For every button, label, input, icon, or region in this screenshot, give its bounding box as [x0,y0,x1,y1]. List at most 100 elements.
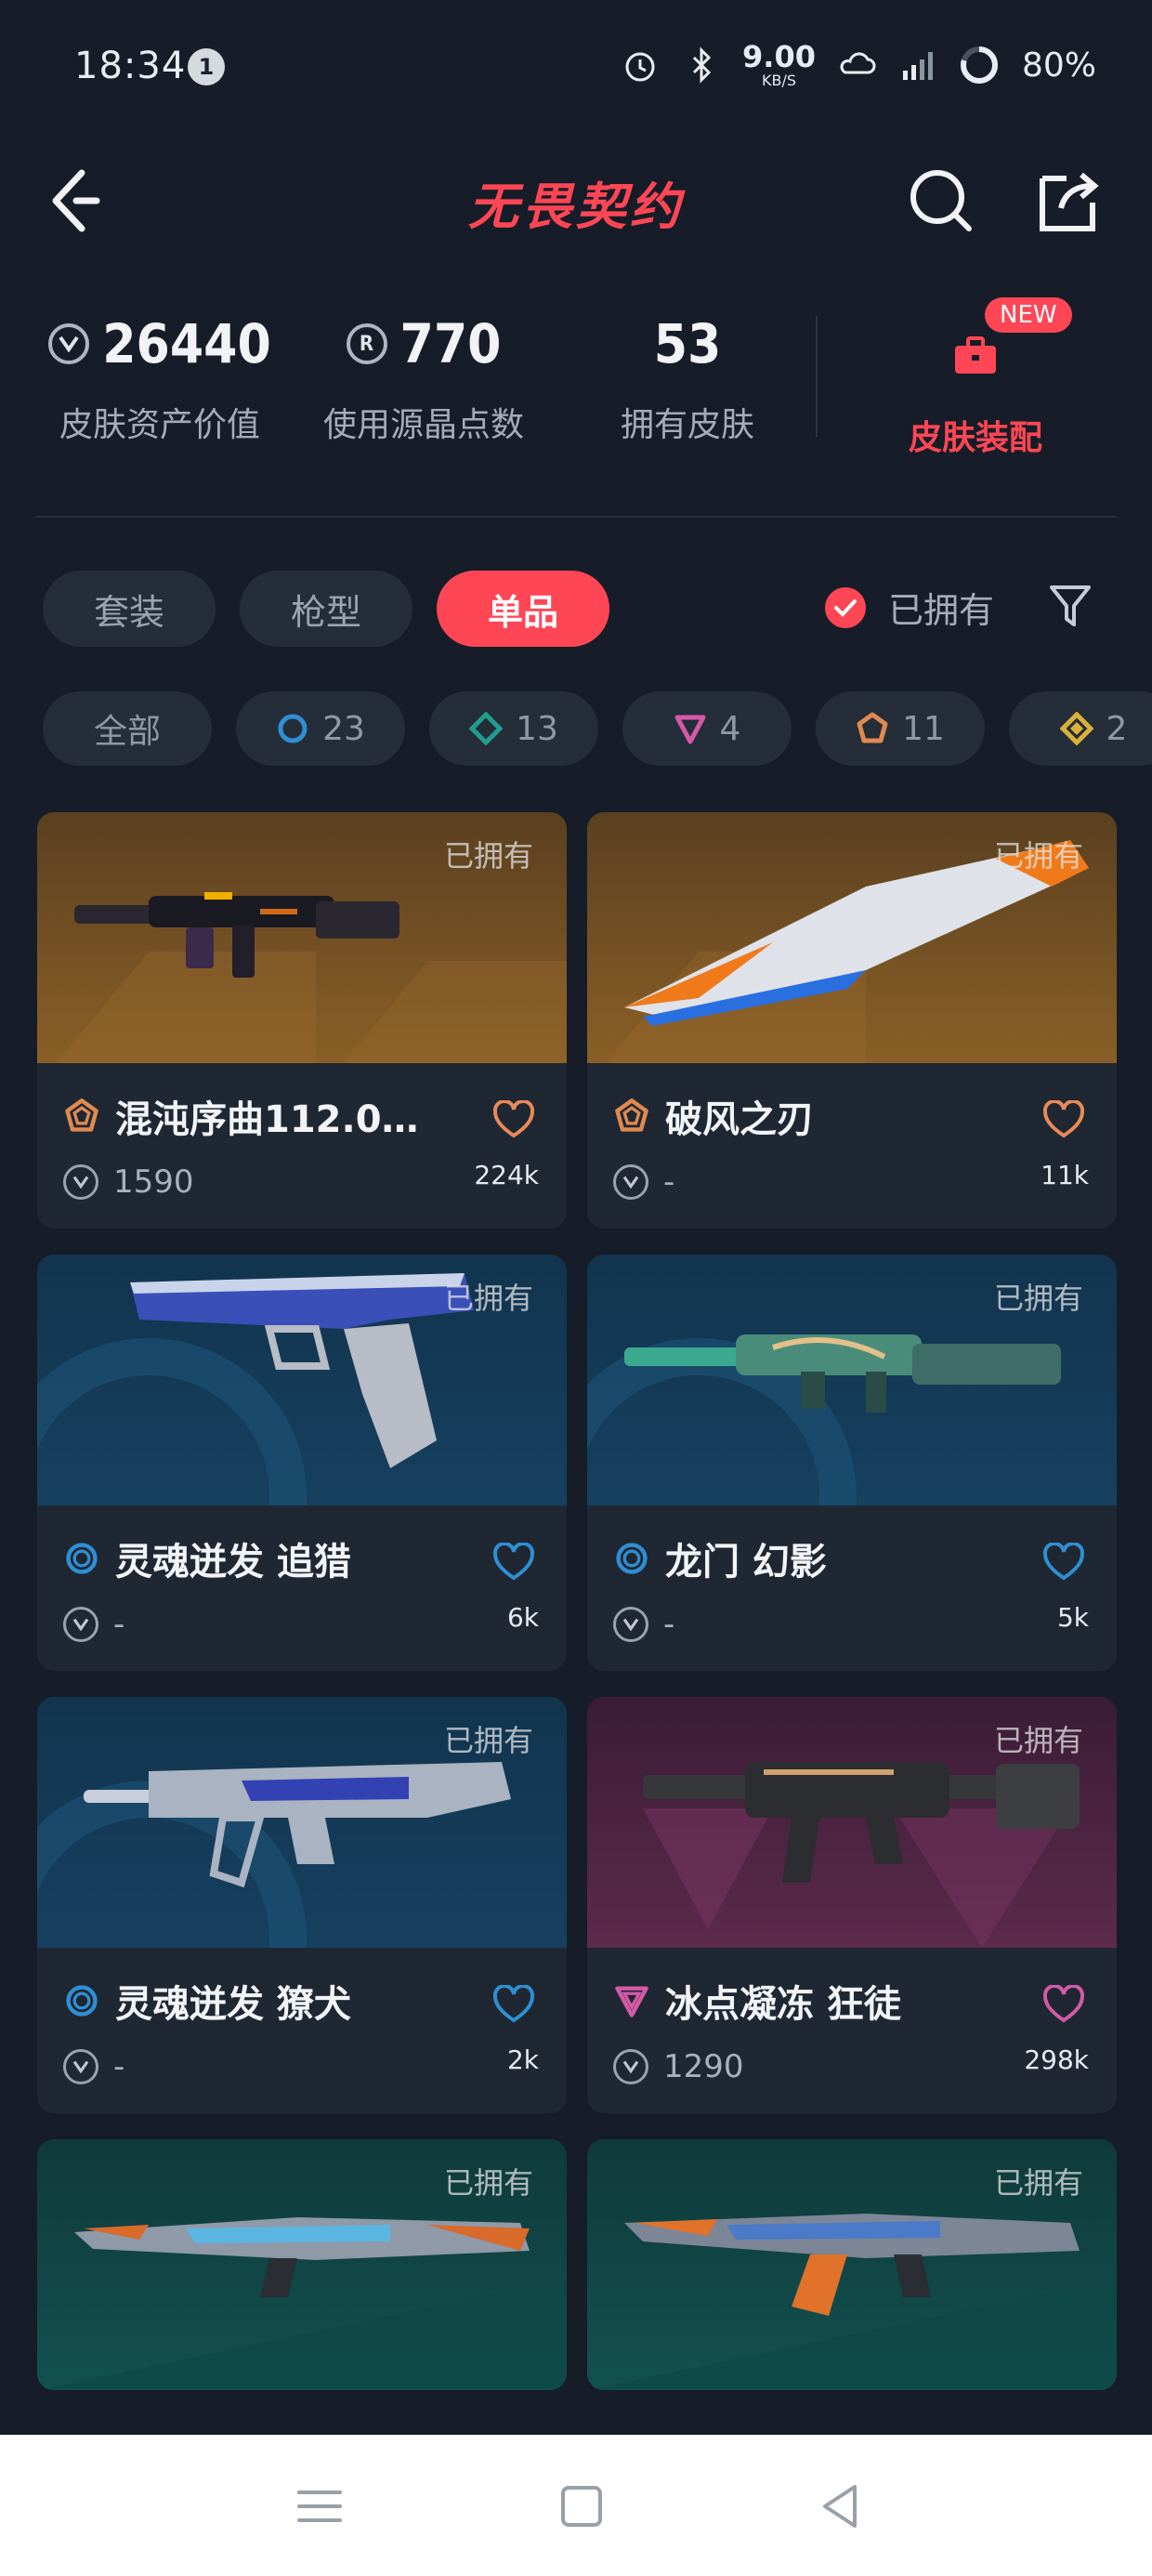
skin-price: - [663,1606,675,1643]
owned-label: 已拥有 [993,838,1083,874]
chip-label: 全部 [93,713,161,751]
heart-icon[interactable] [492,1985,535,2024]
stat-label: 拥有皮肤 [620,406,754,444]
skin-card[interactable]: 已拥有 灵魂迸发 追猎 - 6k [37,1255,567,1671]
skin-card[interactable]: 已拥有 [37,2139,567,2390]
new-badge: NEW [985,297,1072,333]
skin-card[interactable]: 已拥有 灵魂迸发 獠犬 - 2k [37,1697,567,2113]
vp-coin-icon [613,2049,648,2084]
signal-icon [902,52,933,80]
back-nav-icon[interactable] [814,2481,870,2531]
rarity-chips: 全部 23 13 4 11 2 [43,691,1152,766]
skin-card[interactable]: 已拥有 冰点凝冻 狂徒 1290 298k [587,1697,1117,2113]
tab-single-items[interactable]: 单品 [437,571,609,647]
vp-coin-icon [613,1607,648,1642]
search-icon[interactable] [906,165,976,236]
owned-filter-toggle[interactable]: 已拥有 [825,582,994,633]
skin-card[interactable]: 已拥有 龙门 幻影 - 5k [587,1255,1117,1671]
owned-label: 已拥有 [993,2165,1083,2201]
select-tier-icon [278,714,308,743]
filter-icon[interactable] [1048,582,1093,630]
notification-badge: 1 [188,48,225,85]
owned-label: 已拥有 [443,838,533,874]
skin-card[interactable]: 已拥有 破风之刃 - 11k [587,812,1117,1229]
stat-radianite: R 770 使用源晶点数 [312,307,535,446]
home-icon[interactable] [554,2481,609,2531]
chip-all[interactable]: 全部 [43,691,212,766]
vp-coin-icon [63,2049,98,2084]
skin-info: 灵魂迸发 追猎 - 6k [37,1505,567,1671]
skin-info: 冰点凝冻 狂徒 1290 298k [587,1948,1117,2113]
premium-tier-icon [674,715,706,744]
owned-filter-label: 已拥有 [888,590,995,631]
ultra-tier-icon [857,712,888,743]
share-icon[interactable] [1031,164,1106,238]
app-logo-title: 无畏契约 [468,177,684,236]
bluetooth-icon [692,46,712,84]
stat-value: 26440 [102,312,271,375]
stat-value: 53 [653,312,722,375]
chip-select-tier[interactable]: 23 [236,691,405,766]
exclusive-tier-icon [1059,712,1093,745]
skin-name: 灵魂迸发 追猎 [115,1541,351,1584]
like-count: 298k [1024,2044,1089,2075]
owned-label: 已拥有 [443,1723,533,1758]
chip-premium-tier[interactable]: 4 [622,691,792,766]
vp-coin-icon [613,1164,648,1200]
stat-owned-skins: 53 拥有皮肤 [585,307,790,446]
network-speed: 9.00 KB/S [742,42,816,88]
system-nav-bar [0,2435,1152,2576]
skin-loadout-label: 皮肤装配 [908,419,1042,457]
deluxe-tier-icon [469,712,504,745]
owned-label: 已拥有 [443,1281,533,1316]
vp-coin-icon [48,323,90,364]
divider [35,516,1117,518]
skin-info: 灵魂迸发 獠犬 - 2k [37,1948,567,2113]
checkbox-checked-icon[interactable] [825,586,866,628]
chip-ultra-tier[interactable]: 11 [816,691,985,766]
heart-icon[interactable] [492,1100,535,1139]
owned-label: 已拥有 [443,2165,533,2201]
heart-icon[interactable] [1042,1543,1085,1582]
skin-price: - [663,1163,675,1201]
alarm-icon [625,52,655,82]
back-button[interactable] [45,164,110,238]
stats-divider [816,316,818,437]
chip-count: 13 [516,709,558,748]
chip-exclusive-tier[interactable]: 2 [1009,691,1152,766]
heart-icon[interactable] [1042,1100,1085,1139]
skin-name: 破风之刃 [665,1098,814,1141]
tab-weapon-type[interactable]: 枪型 [240,571,412,647]
vp-coin-icon [63,1607,98,1642]
like-count: 224k [474,1160,539,1190]
owned-label: 已拥有 [993,1281,1083,1316]
stat-value: 770 [399,312,502,375]
owned-label: 已拥有 [993,1723,1083,1758]
like-count: 2k [506,2044,539,2075]
premium-tier-icon [615,1986,648,2017]
battery-percent: 80% [1021,46,1096,85]
heart-icon[interactable] [492,1543,535,1582]
stats-panel: 26440 皮肤资产价值 R 770 使用源晶点数 53 拥有皮肤 皮肤装配 [0,297,1152,465]
menu-icon[interactable] [292,2481,347,2531]
skin-info: 破风之刃 - 11k [587,1063,1117,1229]
skin-card[interactable]: 已拥有 [587,2139,1117,2390]
tab-bundles[interactable]: 套装 [43,571,216,647]
chip-count: 23 [322,709,365,748]
select-tier-icon [616,1543,648,1574]
status-bar: 18:34 1 9.00 KB/S 80% [0,0,1152,130]
skin-name: 灵魂迸发 獠犬 [115,1983,351,2026]
skin-card[interactable]: 已拥有 混沌序曲112.0… 1590 224k [37,812,567,1229]
heart-icon[interactable] [1042,1985,1085,2024]
chip-count: 4 [719,709,741,748]
skin-info: 混沌序曲112.0… 1590 224k [37,1063,567,1229]
app-header: 无畏契约 [0,139,1152,260]
weather-icon [840,52,876,74]
ultra-tier-icon [615,1098,648,1132]
net-speed-value: 9.00 [742,39,816,74]
chip-deluxe-tier[interactable]: 13 [429,691,598,766]
like-count: 5k [1056,1602,1089,1633]
select-tier-icon [66,1543,98,1574]
radianite-icon: R [346,323,387,364]
status-icons: 9.00 KB/S 80% [620,37,1096,93]
